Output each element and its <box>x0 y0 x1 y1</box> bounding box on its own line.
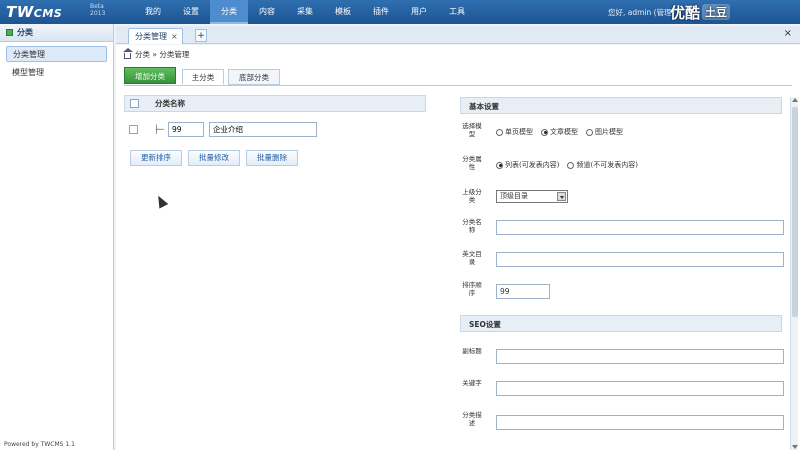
video-watermark: 优酷 土豆 <box>670 0 731 24</box>
row-order-input[interactable] <box>168 121 204 137</box>
scroll-up-icon[interactable] <box>792 98 798 102</box>
radio-dot-selected <box>541 128 548 136</box>
add-category-button[interactable]: 增加分类 <box>124 67 176 84</box>
nav-item-category[interactable]: 分类 <box>210 0 248 24</box>
radio-label: 单页模型 <box>505 128 533 136</box>
sidebar-title: 分类 <box>17 27 33 37</box>
order-label: 排序顺序 <box>462 281 482 297</box>
tab-close-icon[interactable]: × <box>171 29 178 44</box>
column-header-name: 分类名称 <box>155 99 185 108</box>
user-greeting: 您好, admin (管理 <box>608 8 672 17</box>
radio-dot <box>567 161 575 169</box>
sort-order-field[interactable]: 99 <box>496 284 550 299</box>
window-close-icon[interactable]: × <box>784 28 792 39</box>
sidebar-item-model-manage[interactable]: 模型管理 <box>6 65 107 81</box>
radio-dot <box>496 128 503 136</box>
attribute-label: 分类属性 <box>462 155 482 171</box>
sidebar-header: 分类 <box>0 24 113 42</box>
subtitle-field[interactable] <box>496 349 784 364</box>
tab-bottom-category[interactable]: 底部分类 <box>228 69 280 85</box>
chevron-down-icon <box>557 192 566 201</box>
watermark-youku: 优酷 <box>670 3 701 22</box>
version-year: 2013 <box>90 10 106 17</box>
seo-settings-header: SEO设置 <box>460 315 782 332</box>
tab-category-manage[interactable]: 分类管理 × <box>128 28 183 44</box>
keywords-label: 关键字 <box>462 379 482 387</box>
watermark-tudou: 土豆 <box>702 4 731 20</box>
english-dir-field[interactable] <box>496 252 784 267</box>
parent-category-select[interactable]: 顶级目录 <box>496 190 568 203</box>
tab-label: 分类管理 <box>135 32 167 41</box>
powered-by: Powered by TWCMS 1.1 <box>4 441 75 448</box>
nav-item-content[interactable]: 内容 <box>248 0 286 24</box>
radio-label: 列表(可发表内容) <box>505 161 560 169</box>
radio-label: 图片模型 <box>595 128 623 136</box>
nav-item-collect[interactable]: 采集 <box>286 0 324 24</box>
category-name-field[interactable] <box>496 220 784 235</box>
attribute-radio-group: 列表(可发表内容) 频道(不可发表内容) <box>496 160 638 170</box>
logo-cms: CMS <box>33 7 63 20</box>
table-header: 分类名称 <box>124 95 426 112</box>
radio-dot-selected <box>496 161 503 169</box>
model-label: 选择模型 <box>462 122 482 138</box>
sidebar: 分类 分类管理 模型管理 Powered by TWCMS 1.1 <box>0 24 114 450</box>
radio-image-model[interactable]: 图片模型 <box>586 127 623 137</box>
batch-delete-button[interactable]: 批量删除 <box>246 150 298 166</box>
radio-label: 频道(不可发表内容) <box>576 161 638 169</box>
basic-settings-header: 基本设置 <box>460 97 782 114</box>
tab-main-category[interactable]: 主分类 <box>182 69 224 85</box>
scroll-thumb[interactable] <box>792 107 798 317</box>
sidebar-item-category-manage[interactable]: 分类管理 <box>6 46 107 62</box>
category-form-panel: 基本设置 选择模型 单页模型 文章模型 图片模型 分类属性 列表(可发表内容) <box>460 97 790 450</box>
radio-single-page-model[interactable]: 单页模型 <box>496 127 533 137</box>
radio-list-type[interactable]: 列表(可发表内容) <box>496 160 559 170</box>
radio-article-model[interactable]: 文章模型 <box>541 127 578 137</box>
nav-item-settings[interactable]: 设置 <box>172 0 210 24</box>
row-checkbox[interactable] <box>129 124 138 134</box>
nav-item-mine[interactable]: 我的 <box>134 0 172 24</box>
nav-item-template[interactable]: 模板 <box>324 0 362 24</box>
form-scrollbar[interactable] <box>790 97 798 450</box>
description-field[interactable] <box>496 415 784 430</box>
radio-dot <box>586 128 593 136</box>
breadcrumb: 分类 » 分类管理 <box>123 48 190 60</box>
row-name-input[interactable] <box>209 121 317 137</box>
top-nav-bar: TWCMS Beta 2013 我的 设置 分类 内容 采集 模板 插件 用户 … <box>0 0 800 24</box>
radio-label: 文章模型 <box>550 128 578 136</box>
keywords-field[interactable] <box>496 381 784 396</box>
model-radio-group: 单页模型 文章模型 图片模型 <box>496 127 623 137</box>
sidebar-menu: 分类管理 模型管理 <box>0 42 113 88</box>
logo-tw: TW <box>6 3 34 21</box>
nav-item-users[interactable]: 用户 <box>400 0 438 24</box>
select-all-checkbox[interactable] <box>130 99 139 108</box>
tree-connector: ├─ <box>154 124 164 134</box>
category-icon <box>6 29 13 36</box>
scroll-down-icon[interactable] <box>792 445 798 449</box>
nav-item-plugins[interactable]: 插件 <box>362 0 400 24</box>
description-label: 分类描述 <box>462 411 482 427</box>
add-tab-button[interactable]: + <box>195 29 207 42</box>
batch-edit-button[interactable]: 批量修改 <box>188 150 240 166</box>
update-order-button[interactable]: 更新排序 <box>130 150 182 166</box>
table-row: ├─ <box>124 121 426 137</box>
subtab-divider <box>124 85 792 86</box>
alias-label: 英文目录 <box>462 250 482 266</box>
logo-version: Beta 2013 <box>90 3 105 17</box>
subtitle-label: 副标题 <box>462 347 482 355</box>
main-nav: 我的 设置 分类 内容 采集 模板 插件 用户 工具 <box>134 0 476 24</box>
page-tab-strip: 分类管理 × + × <box>116 26 800 44</box>
home-icon[interactable] <box>123 48 133 59</box>
breadcrumb-text: 分类 » 分类管理 <box>135 50 190 59</box>
version-label: Beta <box>90 3 104 10</box>
nav-item-tools[interactable]: 工具 <box>438 0 476 24</box>
parent-select-value: 顶级目录 <box>500 192 528 200</box>
name-label: 分类名称 <box>462 218 482 234</box>
radio-channel-type[interactable]: 频道(不可发表内容) <box>567 160 638 170</box>
main-content: 分类 » 分类管理 增加分类 主分类 底部分类 分类名称 ├─ 更新排序 批量修… <box>116 45 800 450</box>
parent-label: 上级分类 <box>462 188 482 204</box>
app-logo[interactable]: TWCMS <box>6 3 62 21</box>
